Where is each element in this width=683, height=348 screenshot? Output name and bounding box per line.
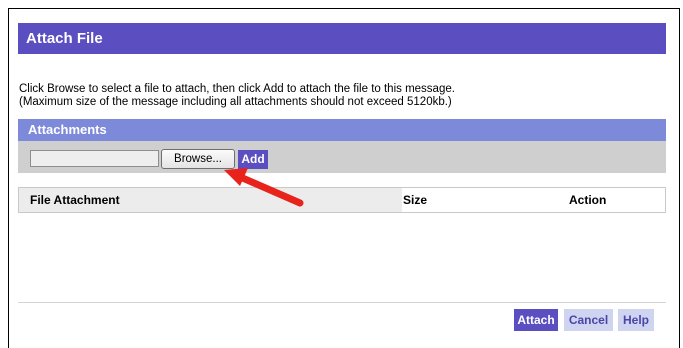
help-button[interactable]: Help	[618, 309, 654, 331]
instructions-line-2: (Maximum size of the message including a…	[19, 96, 452, 108]
browse-button[interactable]: Browse...	[161, 149, 235, 169]
attachments-section-header: Attachments	[18, 119, 666, 141]
upload-row: Browse... Add	[18, 141, 666, 173]
file-path-input[interactable]	[30, 150, 159, 167]
add-button[interactable]: Add	[238, 150, 268, 169]
column-header-action: Action	[569, 193, 607, 207]
column-header-size: Size	[403, 193, 428, 207]
cancel-button[interactable]: Cancel	[564, 309, 613, 331]
attach-button[interactable]: Attach	[514, 309, 558, 331]
column-header-file-attachment: File Attachment	[19, 188, 402, 212]
attachments-table-header: File Attachment Size Action	[18, 187, 666, 213]
dialog-title: Attach File	[18, 23, 666, 54]
instructions-line-1: Click Browse to select a file to attach,…	[19, 83, 455, 95]
dialog-frame	[8, 8, 680, 348]
instructions: Click Browse to select a file to attach,…	[19, 83, 659, 109]
footer-divider	[18, 302, 666, 303]
